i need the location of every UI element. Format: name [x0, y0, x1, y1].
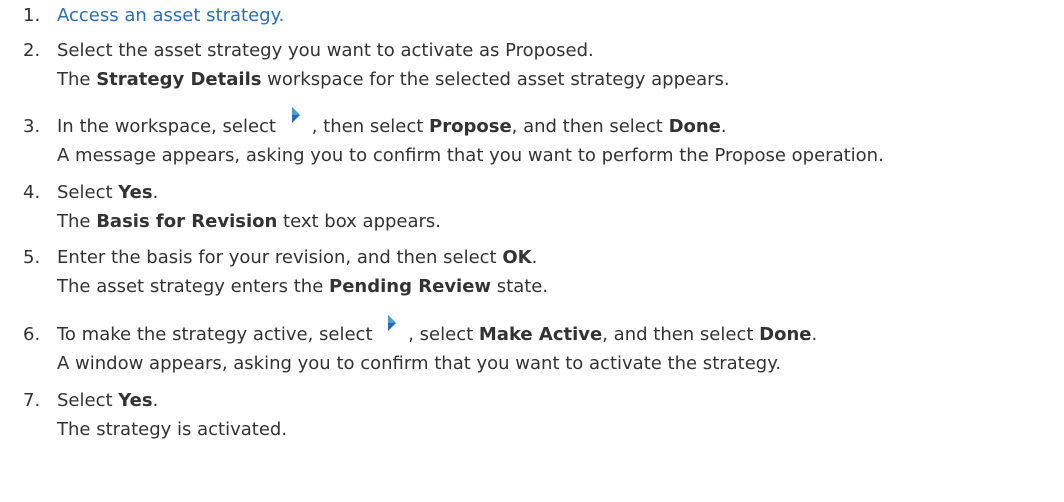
result-text: The [57, 211, 97, 232]
step-instruction: 3. In the workspace, select , then select… [23, 107, 1063, 141]
ui-term: Pending Review [329, 276, 492, 297]
ui-term: Done [759, 324, 812, 345]
ui-term: Make Active [478, 324, 603, 345]
step-number: 7. [23, 390, 41, 411]
step-number: 2. [23, 40, 41, 61]
ui-term: Yes [118, 182, 153, 203]
step-number: 4. [23, 182, 41, 203]
step-result: The strategy is activated. [57, 419, 288, 440]
step-text: , and then select [511, 116, 669, 137]
step-7: 7. Select Yes. The strategy is activated. [23, 386, 1063, 444]
step-text: To make the strategy active, select [57, 324, 379, 345]
step-text: Select [57, 182, 119, 203]
step-text: , then select [311, 116, 430, 137]
step-text: , select [408, 324, 479, 345]
step-instruction: 5. Enter the basis for your revision, and… [23, 243, 1063, 272]
ui-term: Strategy Details [96, 69, 262, 90]
step-result: The Strategy Details workspace for the s… [23, 65, 1063, 94]
step-text: . [811, 324, 818, 345]
step-text: Select the asset strategy you want to ac… [57, 40, 594, 61]
step-number: 5. [23, 247, 41, 268]
step-instruction: 4. Select Yes. [23, 178, 1063, 207]
step-instruction: 7. Select Yes. [23, 386, 1063, 415]
access-asset-strategy-link[interactable]: Access an asset strategy. [57, 5, 284, 26]
step-instruction: 6. To make the strategy active, select , … [23, 315, 1063, 349]
ui-term: Done [668, 116, 721, 137]
step-text: Select [57, 390, 119, 411]
step-text: . [720, 116, 727, 137]
step-6: 6. To make the strategy active, select , … [23, 315, 1063, 378]
step-1: 1. Access an asset strategy. [23, 1, 1063, 30]
result-text: The asset strategy enters the [57, 276, 330, 297]
right-arrow-icon[interactable] [378, 315, 408, 342]
step-3: 3. In the workspace, select , then select… [23, 107, 1063, 170]
step-result: The asset strategy enters the Pending Re… [23, 272, 1063, 301]
step-result: A window appears, asking you to confirm … [57, 353, 782, 374]
step-text: In the workspace, select [57, 116, 282, 137]
step-text: . [531, 247, 538, 268]
ui-term: Propose [429, 116, 512, 137]
ui-term: Yes [118, 390, 153, 411]
step-2: 2. Select the asset strategy you want to … [23, 36, 1063, 94]
right-arrow-icon[interactable] [282, 107, 312, 134]
step-instruction: 2. Select the asset strategy you want to … [23, 36, 1063, 65]
ui-term: Basis for Revision [96, 211, 278, 232]
step-result: The Basis for Revision text box appears. [23, 207, 1063, 236]
ui-term: OK [502, 247, 532, 268]
step-text: , and then select [602, 324, 760, 345]
result-text: The [57, 69, 97, 90]
step-result: A message appears, asking you to confirm… [57, 145, 884, 166]
step-number: 3. [23, 116, 41, 137]
step-text: . [152, 390, 159, 411]
step-number: 6. [23, 324, 41, 345]
step-text: Enter the basis for your revision, and t… [57, 247, 503, 268]
step-4: 4. Select Yes. The Basis for Revision tex… [23, 178, 1063, 236]
step-5: 5. Enter the basis for your revision, and… [23, 243, 1063, 301]
procedure-steps: 1. Access an asset strategy. 2. Select the… [0, 0, 1064, 502]
step-number: 1. [23, 5, 41, 26]
step-text: . [152, 182, 159, 203]
result-text: text box appears. [277, 211, 442, 232]
result-text: state. [491, 276, 549, 297]
result-text: workspace for the selected asset strateg… [261, 69, 730, 90]
